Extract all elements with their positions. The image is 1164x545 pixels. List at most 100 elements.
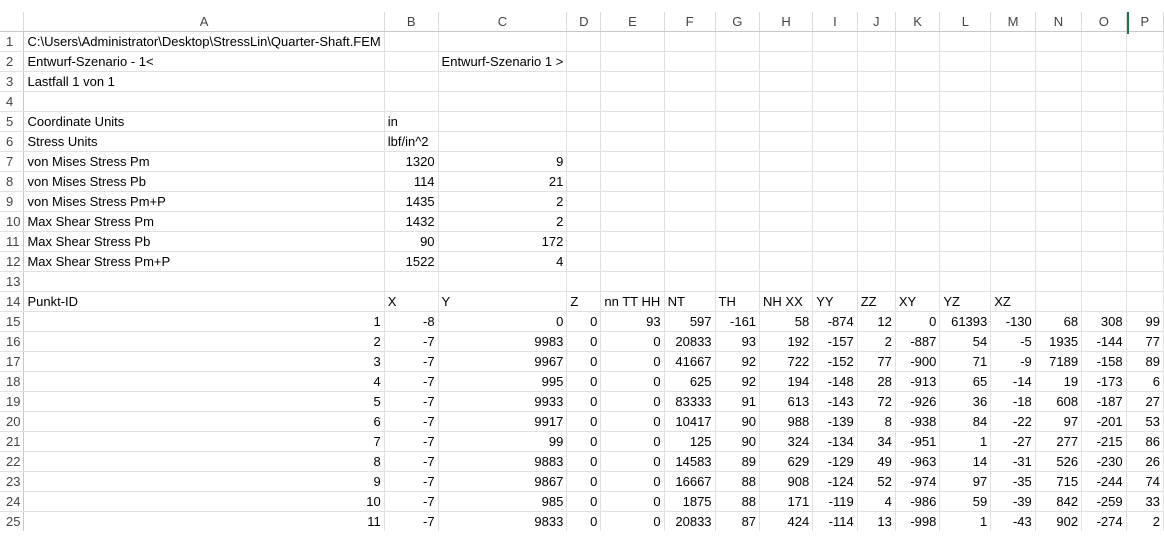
row-header-10[interactable]: 10 — [0, 211, 25, 232]
cell-p8[interactable] — [1126, 171, 1164, 192]
cell-i22[interactable]: -129 — [812, 451, 858, 472]
cell-p16[interactable]: 77 — [1126, 331, 1164, 352]
cell-o2[interactable] — [1081, 51, 1127, 72]
row-header-17[interactable]: 17 — [0, 351, 25, 372]
cell-d4[interactable] — [566, 91, 602, 112]
cell-f12[interactable] — [664, 251, 716, 272]
cell-h12[interactable] — [759, 251, 814, 272]
cell-f14[interactable]: NT — [664, 291, 716, 312]
cell-k7[interactable] — [895, 151, 941, 172]
cell-o23[interactable]: -244 — [1081, 471, 1127, 492]
cell-i6[interactable] — [812, 131, 858, 152]
cell-o25[interactable]: -274 — [1081, 511, 1127, 531]
cell-l6[interactable] — [939, 131, 992, 152]
cell-i7[interactable] — [812, 151, 858, 172]
cell-m8[interactable] — [990, 171, 1036, 192]
cell-k11[interactable] — [895, 231, 941, 252]
cell-p18[interactable]: 6 — [1126, 371, 1164, 392]
cell-c1[interactable] — [438, 31, 568, 52]
cell-n22[interactable]: 526 — [1035, 451, 1083, 472]
cell-j11[interactable] — [857, 231, 896, 252]
cell-l10[interactable] — [939, 211, 992, 232]
cell-c8[interactable]: 21 — [438, 171, 568, 192]
cell-f5[interactable] — [664, 111, 716, 132]
cell-j21[interactable]: 34 — [857, 431, 896, 452]
cell-m11[interactable] — [990, 231, 1036, 252]
cell-b25[interactable]: -7 — [384, 511, 439, 531]
cell-n5[interactable] — [1035, 111, 1083, 132]
cell-e18[interactable]: 0 — [600, 371, 665, 392]
cell-b13[interactable] — [384, 271, 439, 292]
cell-b10[interactable]: 1432 — [384, 211, 439, 232]
cell-d17[interactable]: 0 — [566, 351, 602, 372]
cell-j5[interactable] — [857, 111, 896, 132]
cell-l17[interactable]: 71 — [939, 351, 992, 372]
cell-f10[interactable] — [664, 211, 716, 232]
cell-f13[interactable] — [664, 271, 716, 292]
cell-b9[interactable]: 1435 — [384, 191, 439, 212]
cell-o20[interactable]: -201 — [1081, 411, 1127, 432]
cell-h13[interactable] — [759, 271, 814, 292]
column-header-i[interactable]: I — [812, 12, 858, 32]
cell-n24[interactable]: 842 — [1035, 491, 1083, 512]
cell-g7[interactable] — [715, 151, 761, 172]
cell-m6[interactable] — [990, 131, 1036, 152]
cell-p23[interactable]: 74 — [1126, 471, 1164, 492]
column-header-l[interactable]: L — [939, 12, 992, 32]
cell-f16[interactable]: 20833 — [664, 331, 716, 352]
cell-m17[interactable]: -9 — [990, 351, 1036, 372]
cell-k10[interactable] — [895, 211, 941, 232]
cell-b19[interactable]: -7 — [384, 391, 439, 412]
cell-h21[interactable]: 324 — [759, 431, 814, 452]
cell-c22[interactable]: 9883 — [438, 451, 568, 472]
cell-a18[interactable]: 4 — [23, 371, 385, 392]
cell-b7[interactable]: 1320 — [384, 151, 439, 172]
cell-l18[interactable]: 65 — [939, 371, 992, 392]
cell-j23[interactable]: 52 — [857, 471, 896, 492]
cell-h22[interactable]: 629 — [759, 451, 814, 472]
cell-f22[interactable]: 14583 — [664, 451, 716, 472]
cell-a24[interactable]: 10 — [23, 491, 385, 512]
cell-p22[interactable]: 26 — [1126, 451, 1164, 472]
cell-h11[interactable] — [759, 231, 814, 252]
cell-h20[interactable]: 988 — [759, 411, 814, 432]
row-header-3[interactable]: 3 — [0, 71, 25, 92]
cell-d13[interactable] — [566, 271, 602, 292]
cell-p12[interactable] — [1126, 251, 1164, 272]
cell-d20[interactable]: 0 — [566, 411, 602, 432]
cell-e10[interactable] — [600, 211, 665, 232]
row-header-8[interactable]: 8 — [0, 171, 25, 192]
cell-c20[interactable]: 9917 — [438, 411, 568, 432]
cell-a12[interactable]: Max Shear Stress Pm+P — [23, 251, 385, 272]
cell-g20[interactable]: 90 — [715, 411, 761, 432]
cell-d5[interactable] — [566, 111, 602, 132]
cell-g1[interactable] — [715, 31, 761, 52]
cell-i20[interactable]: -139 — [812, 411, 858, 432]
cell-l21[interactable]: 1 — [939, 431, 992, 452]
cell-h6[interactable] — [759, 131, 814, 152]
row-header-20[interactable]: 20 — [0, 411, 25, 432]
cell-k14[interactable]: XY — [895, 291, 941, 312]
cell-j12[interactable] — [857, 251, 896, 272]
cell-b20[interactable]: -7 — [384, 411, 439, 432]
cell-i24[interactable]: -119 — [812, 491, 858, 512]
cell-b24[interactable]: -7 — [384, 491, 439, 512]
cell-h24[interactable]: 171 — [759, 491, 814, 512]
cell-m4[interactable] — [990, 91, 1036, 112]
cell-p11[interactable] — [1126, 231, 1164, 252]
cell-d19[interactable]: 0 — [566, 391, 602, 412]
cell-m25[interactable]: -43 — [990, 511, 1036, 531]
cell-i8[interactable] — [812, 171, 858, 192]
cell-e16[interactable]: 0 — [600, 331, 665, 352]
cell-g21[interactable]: 90 — [715, 431, 761, 452]
cell-h4[interactable] — [759, 91, 814, 112]
cell-a4[interactable] — [23, 91, 385, 112]
cell-d7[interactable] — [566, 151, 602, 172]
cell-a1[interactable]: C:\Users\Administrator\Desktop\StressLin… — [23, 31, 385, 52]
cell-c6[interactable] — [438, 131, 568, 152]
cell-m9[interactable] — [990, 191, 1036, 212]
cell-n4[interactable] — [1035, 91, 1083, 112]
cell-d11[interactable] — [566, 231, 602, 252]
cell-d24[interactable]: 0 — [566, 491, 602, 512]
cell-l12[interactable] — [939, 251, 992, 272]
